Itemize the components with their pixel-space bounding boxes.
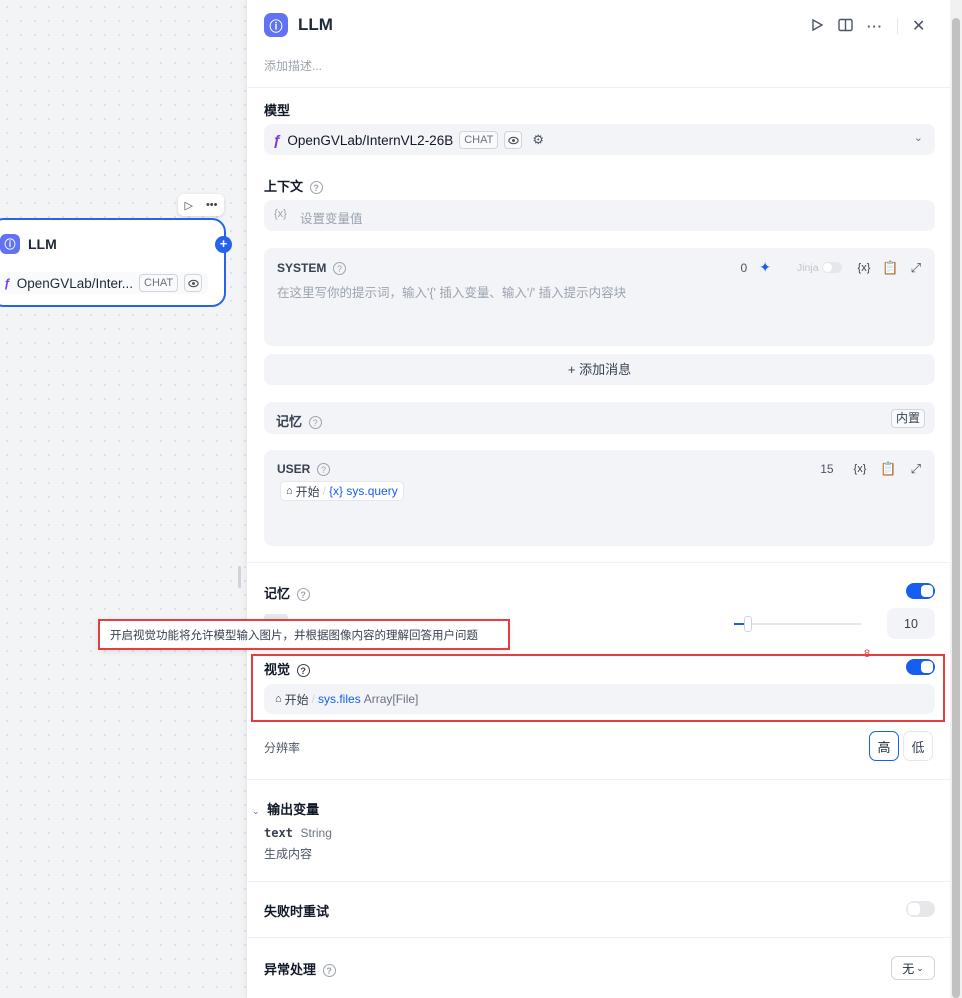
more-icon[interactable]: •••	[206, 199, 218, 211]
window-size-input[interactable]: 10	[887, 608, 935, 639]
retry-label: 失败时重试	[264, 904, 330, 919]
output-var-type: String	[300, 826, 332, 840]
run-icon[interactable]	[810, 18, 824, 35]
divider	[247, 562, 951, 563]
memory-row-label: 记忆	[276, 414, 303, 429]
model-selector[interactable]: ƒ OpenGVLab/InternVL2-26B CHAT ⚙ ⌄	[264, 124, 935, 155]
system-label: SYSTEM	[277, 261, 327, 275]
vision-eye-icon	[504, 131, 523, 149]
add-message-label: + 添加消息	[567, 362, 632, 377]
jinja-toggle-wrap[interactable]: Jinja	[797, 262, 842, 274]
close-icon[interactable]: ✕	[912, 16, 925, 36]
node-toolbar: ▷ •••	[178, 194, 224, 216]
expand-icon[interactable]: ⤢	[911, 461, 921, 477]
error-handling-value: 无	[902, 961, 915, 976]
help-icon[interactable]: ?	[308, 416, 322, 430]
node-settings-panel: ⓘ LLM ··· ✕ 添加描述... 模型 ƒ OpenGVLab/Inter…	[246, 0, 951, 998]
description-input[interactable]: 添加描述...	[264, 59, 322, 73]
output-vars-label: 输出变量	[267, 802, 320, 817]
variable-icon[interactable]: {x}	[858, 262, 871, 274]
resolution-high-button[interactable]: 高	[869, 731, 899, 761]
docs-icon[interactable]	[838, 18, 853, 35]
add-next-node-icon[interactable]: +	[215, 236, 232, 253]
model-label: 模型	[264, 103, 291, 118]
chip-source: 开始	[295, 484, 320, 499]
context-placeholder: 设置变量值	[300, 212, 363, 226]
model-provider-icon: ƒ	[273, 131, 282, 149]
clipboard-icon[interactable]: 📋	[882, 260, 898, 276]
context-variable-input[interactable]: {x} 设置变量值	[264, 200, 935, 231]
variable-icon[interactable]: {x}	[854, 463, 867, 475]
header-divider	[897, 18, 898, 34]
model-params-icon[interactable]: ⚙	[532, 132, 544, 148]
error-handling-label: 异常处理	[264, 962, 317, 977]
help-icon[interactable]: ?	[332, 262, 346, 276]
mode-tag: CHAT	[459, 131, 499, 149]
chevron-down-icon: ⌄	[252, 806, 260, 816]
run-node-icon[interactable]: ▷	[184, 199, 192, 212]
ai-generate-icon[interactable]: ✦	[759, 259, 771, 276]
help-icon[interactable]: ?	[296, 588, 310, 602]
scrollbar-thumb[interactable]	[952, 18, 960, 998]
llm-node-icon: ⓘ	[0, 234, 20, 254]
jinja-toggle[interactable]	[821, 262, 842, 273]
home-icon: ⌂	[286, 485, 293, 497]
resolution-low-button[interactable]: 低	[903, 731, 933, 761]
memory-label-wrap: 记忆 ?	[264, 583, 310, 602]
help-icon[interactable]: ?	[322, 964, 336, 978]
error-handling-select[interactable]: 无 ⌄	[891, 956, 935, 980]
variable-chip[interactable]: ⌂ 开始 / {x} sys.query	[280, 481, 404, 501]
clipboard-icon[interactable]: 📋	[880, 461, 896, 477]
vision-tooltip: 开启视觉功能将允许模型输入图片，并根据图像内容的理解回答用户问题	[98, 619, 510, 650]
memory-label: 记忆	[264, 586, 291, 601]
retry-toggle[interactable]	[906, 901, 935, 917]
memory-row: 记忆 ? 内置	[264, 402, 935, 434]
window-slider[interactable]	[734, 616, 861, 632]
node-model-name: OpenGVLab/Inter...	[16, 275, 134, 291]
built-in-badge: 内置	[890, 409, 925, 428]
slider-handle[interactable]	[744, 616, 752, 632]
llm-canvas-node[interactable]: ⓘ LLM ƒ OpenGVLab/Inter... CHAT	[0, 218, 226, 307]
help-icon[interactable]: ?	[309, 181, 323, 195]
expand-icon[interactable]: ⤢	[911, 260, 921, 276]
model-name: OpenGVLab/InternVL2-26B	[287, 132, 454, 148]
chevron-down-icon: ⌄	[916, 962, 924, 973]
vision-highlight-box	[251, 654, 945, 722]
memory-toggle[interactable]	[906, 583, 935, 599]
more-options-icon[interactable]: ···	[867, 19, 883, 34]
model-provider-icon: ƒ	[4, 276, 11, 290]
jinja-label: Jinja	[796, 261, 819, 274]
node-title: LLM	[28, 236, 57, 252]
llm-panel-icon: ⓘ	[264, 13, 288, 37]
error-handling-wrap: 异常处理 ?	[264, 959, 336, 978]
divider	[247, 937, 951, 938]
panel-resize-handle[interactable]	[238, 566, 241, 588]
context-label: 上下文	[264, 179, 304, 194]
resolution-label: 分辨率	[264, 741, 301, 755]
context-label-wrap: 上下文 ?	[264, 176, 323, 195]
system-prompt-editor[interactable]: SYSTEM ? 0 ✦ Jinja {x} 📋 ⤢ 在这里写你的提示词，输入'…	[264, 248, 935, 346]
output-var-desc: 生成内容	[264, 847, 313, 861]
user-label: USER	[277, 462, 311, 476]
panel-title[interactable]: LLM	[298, 15, 333, 35]
token-count: 15	[820, 462, 834, 476]
add-message-button[interactable]: + 添加消息	[264, 354, 935, 385]
variable-icon: {x}	[274, 208, 287, 220]
vision-eye-icon	[184, 274, 203, 292]
divider	[247, 881, 951, 882]
chip-separator: /	[322, 484, 327, 498]
window-value: 10	[904, 617, 918, 631]
node-mode-tag: CHAT	[139, 274, 179, 292]
chip-variable: {x} sys.query	[329, 484, 398, 498]
divider	[247, 779, 951, 780]
output-var-name: text	[264, 826, 293, 840]
user-prompt-editor[interactable]: USER ? 15 {x} 📋 ⤢ ⌂ 开始 / {x} sys.query	[264, 450, 935, 546]
token-count: 0	[740, 260, 748, 275]
output-vars-header[interactable]: ⌄ 输出变量	[252, 799, 319, 818]
chevron-down-icon: ⌄	[913, 132, 923, 144]
system-prompt-placeholder: 在这里写你的提示词，输入'{' 插入变量、输入'/' 插入提示内容块	[277, 286, 627, 300]
help-icon[interactable]: ?	[316, 463, 330, 477]
divider	[247, 87, 951, 88]
